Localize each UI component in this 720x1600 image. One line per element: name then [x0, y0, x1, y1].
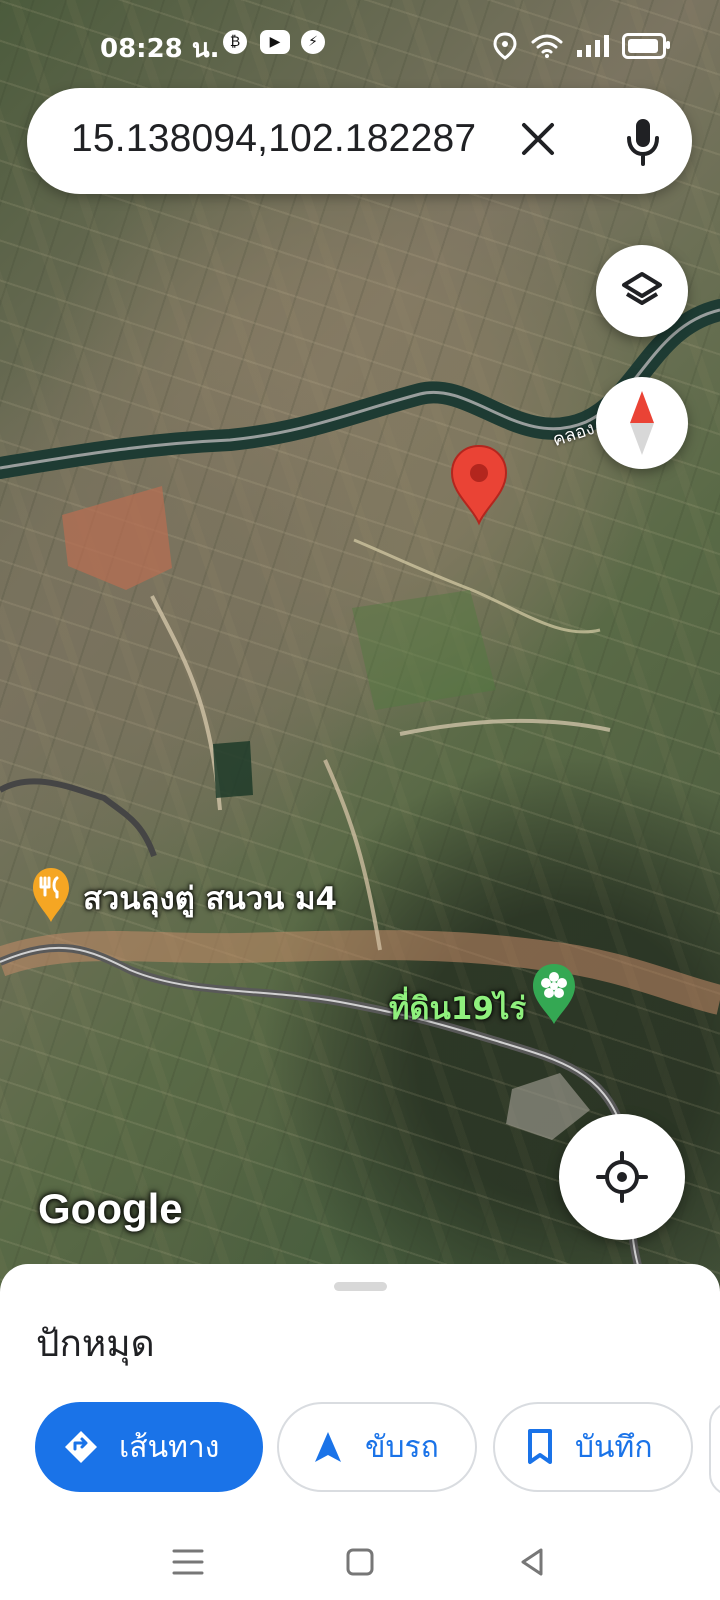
- search-query[interactable]: 15.138094,102.182287: [71, 117, 476, 161]
- save-label: บันทึก: [575, 1429, 653, 1465]
- dropped-pin-title: ปักหมุด: [36, 1322, 155, 1365]
- compass-icon: [630, 391, 654, 455]
- directions-button[interactable]: เส้นทาง: [35, 1402, 263, 1492]
- bookmark-icon: [528, 1429, 552, 1464]
- location-icon: [493, 32, 517, 60]
- restaurant-icon[interactable]: [31, 867, 71, 923]
- menu-icon[interactable]: [166, 1540, 210, 1584]
- b-circle-icon: ₿: [223, 30, 247, 54]
- map-pin-icon[interactable]: [448, 444, 510, 526]
- wifi-icon: [531, 34, 563, 58]
- navigation-arrow-icon: [315, 1432, 341, 1462]
- restaurant-label[interactable]: สวนลุงตู่ สนวน ม4: [83, 873, 337, 923]
- system-navigation-bar: [0, 1518, 720, 1600]
- layers-icon: [622, 272, 662, 305]
- my-location-icon: [596, 1151, 648, 1203]
- land-label[interactable]: ที่ดิน19ไร่: [389, 983, 526, 1033]
- search-bar[interactable]: 15.138094,102.182287: [27, 88, 692, 194]
- status-time: 08:28 น.: [100, 34, 220, 64]
- small-road-3: [399, 718, 611, 736]
- more-actions-button[interactable]: [709, 1402, 720, 1496]
- signal-icon: [577, 35, 609, 57]
- microphone-icon[interactable]: [616, 114, 670, 168]
- google-logo: Google: [38, 1185, 183, 1232]
- home-square-icon[interactable]: [338, 1540, 382, 1584]
- green-field: [352, 590, 496, 710]
- save-button[interactable]: บันทึก: [493, 1402, 693, 1492]
- main-road-shadow: [0, 930, 720, 1015]
- layers-button[interactable]: [596, 245, 688, 337]
- status-icons: [493, 32, 670, 60]
- pond: [213, 741, 253, 798]
- battery-icon: [622, 33, 670, 59]
- youtube-icon: ▶: [260, 30, 290, 54]
- compass-button[interactable]: [596, 377, 688, 469]
- back-triangle-icon[interactable]: [510, 1540, 554, 1584]
- close-icon[interactable]: [509, 110, 567, 168]
- drive-button[interactable]: ขับรถ: [277, 1402, 477, 1492]
- cleared-lot: [62, 486, 172, 590]
- my-location-button[interactable]: [559, 1114, 685, 1240]
- flower-icon[interactable]: [531, 963, 577, 1025]
- messenger-icon: ⚡: [301, 30, 325, 54]
- directions-icon: [65, 1431, 97, 1463]
- drag-handle[interactable]: [334, 1282, 387, 1291]
- status-bar: 08:28 น. ₿ ▶ ⚡: [0, 0, 720, 88]
- quarry: [506, 1073, 590, 1140]
- village-road: [0, 778, 157, 858]
- small-road-1: [150, 595, 222, 811]
- drive-label: ขับรถ: [365, 1429, 439, 1465]
- directions-label: เส้นทาง: [119, 1429, 220, 1465]
